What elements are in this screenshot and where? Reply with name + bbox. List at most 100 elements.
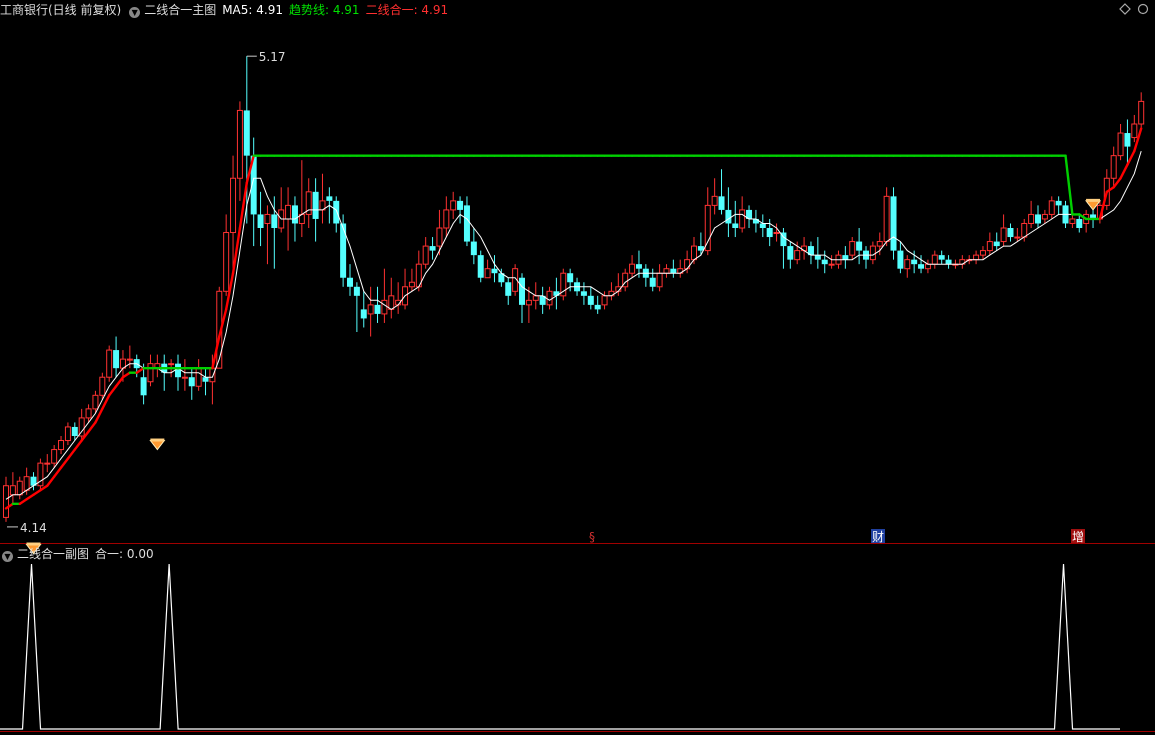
candle-body	[732, 223, 739, 228]
candle-body	[181, 376, 188, 379]
candle-body	[1076, 218, 1083, 228]
candle-body	[147, 363, 154, 383]
candle-body	[938, 255, 945, 260]
candle-body	[1055, 200, 1062, 206]
candle-body	[1021, 222, 1028, 238]
sub-title: 二线合一副图	[17, 547, 90, 561]
candle-body	[814, 255, 821, 260]
candle-body	[374, 304, 381, 314]
trend-line-segment	[1126, 149, 1136, 166]
candle-body	[470, 241, 477, 256]
trend-line-segment	[121, 371, 132, 379]
trend-line-segment	[59, 457, 70, 469]
candle-body	[140, 377, 147, 396]
candle-body	[457, 200, 464, 210]
trend-line-segment	[1119, 163, 1129, 180]
candle-body	[1110, 155, 1117, 179]
candle-body	[422, 245, 429, 265]
candle-body	[979, 250, 986, 256]
trend-line-segment	[52, 466, 63, 478]
combine-signal-line	[0, 563, 1120, 730]
candle-body	[890, 196, 897, 251]
candle-body	[1124, 133, 1131, 147]
candle-body	[883, 195, 890, 243]
trend-line-segment	[73, 439, 83, 451]
candle-body	[1048, 200, 1055, 215]
candle-body	[264, 213, 271, 224]
candle-body	[381, 299, 388, 315]
candle-body	[718, 196, 725, 210]
candle-body	[9, 485, 16, 496]
candle-body	[752, 218, 759, 224]
event-badge: 增	[1072, 530, 1084, 544]
ma5-label: MA5: 4.91	[222, 3, 283, 17]
combined-label: 二线合一: 4.91	[365, 3, 449, 17]
candle-body	[918, 264, 925, 269]
candle-body	[326, 196, 333, 201]
candle-body	[333, 200, 340, 224]
candle-body	[484, 268, 491, 279]
candle-body	[23, 476, 30, 491]
chevron-down-icon[interactable]: ▼	[129, 7, 141, 18]
candle-body	[443, 209, 450, 229]
trend-line-segment	[87, 421, 97, 433]
candle-body	[58, 440, 65, 451]
candle-body	[1069, 218, 1076, 224]
candle-body	[243, 110, 250, 156]
gem-signal-icon-top	[150, 438, 165, 442]
candle-body	[312, 191, 319, 219]
candle-body	[429, 246, 436, 251]
candle-body	[587, 295, 594, 305]
gem-signal-icon	[149, 440, 166, 451]
candle-body	[711, 195, 718, 206]
main-header: 工商银行(日线 前复权) ▼ 二线合一主图 MA5: 4.91 趋势线: 4.91 二线合…	[0, 0, 454, 20]
high-price-label: 5.17	[259, 50, 286, 64]
candle-body	[567, 273, 574, 283]
trend-line-segment	[46, 475, 56, 487]
candle-body	[924, 263, 931, 270]
stock-name: 工商银行(日线 前复权)	[0, 3, 122, 17]
trend-line-segment	[32, 489, 42, 496]
candle-body	[821, 259, 828, 265]
candle-body	[911, 259, 918, 265]
trend-line-segment	[238, 181, 249, 230]
trend-line-segment	[107, 385, 118, 397]
lines-layer	[4, 127, 1143, 510]
candle-body	[92, 394, 99, 410]
candle-body	[856, 241, 863, 251]
chart-canvas: 5.17 4.14 § 财 增	[0, 50, 1155, 732]
candle-body	[285, 204, 292, 220]
candle-body	[519, 277, 525, 305]
candles-layer	[3, 56, 1145, 522]
candle-body	[945, 259, 952, 265]
candle-body	[16, 480, 23, 496]
trend-line-segment	[39, 484, 49, 492]
candle-body	[670, 268, 677, 274]
candle-body	[897, 250, 904, 269]
diamond-icon[interactable]	[1119, 3, 1131, 15]
candle-body	[436, 227, 443, 247]
candle-body	[594, 304, 601, 310]
candle-body	[340, 223, 347, 278]
circle-icon[interactable]	[1137, 3, 1149, 15]
candle-body	[656, 272, 663, 288]
gem-signal-icon-top	[1086, 198, 1101, 202]
chevron-down-icon[interactable]: ▼	[2, 551, 13, 562]
candle-body	[787, 246, 794, 260]
candle-body	[828, 263, 835, 266]
candle-body	[1000, 227, 1007, 243]
candle-body	[209, 367, 216, 383]
candle-body	[663, 268, 670, 274]
candle-body	[546, 290, 553, 306]
trend-line-segment	[1112, 177, 1122, 189]
candle-body	[704, 204, 711, 252]
candle-body	[1138, 100, 1145, 125]
candle-body	[842, 255, 849, 260]
candle-body	[725, 209, 732, 224]
trend-line-segment	[66, 448, 77, 460]
candle-body	[223, 232, 230, 292]
candle-body	[649, 277, 656, 287]
candle-body	[629, 263, 636, 274]
trend-line-segment	[231, 226, 242, 275]
candle-body	[986, 241, 993, 252]
